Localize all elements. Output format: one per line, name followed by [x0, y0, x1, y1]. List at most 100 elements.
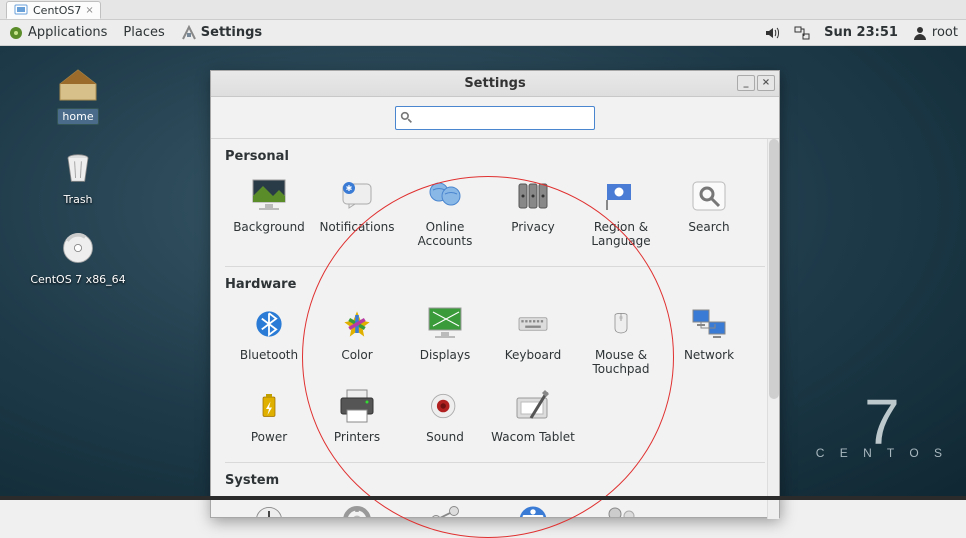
desktop-icon-disc[interactable]: CentOS 7 x86_64 — [18, 228, 138, 287]
desktop-icon-label: home — [57, 108, 98, 125]
item-label: Mouse & Touchpad — [579, 348, 663, 376]
user-icon — [912, 25, 928, 41]
item-label: Printers — [334, 430, 380, 444]
item-region-language[interactable]: Region & Language — [577, 172, 665, 254]
network-pref-icon — [689, 306, 729, 342]
item-privacy[interactable]: Privacy — [489, 172, 577, 254]
window-titlebar[interactable]: Settings _ × — [211, 71, 779, 97]
online-accounts-icon — [425, 178, 465, 214]
desktop-icon-home[interactable]: home — [30, 64, 126, 125]
tab-close-icon[interactable]: × — [85, 5, 93, 16]
datetime-icon — [249, 502, 289, 517]
item-label: Keyboard — [505, 348, 561, 362]
item-label: Displays — [420, 348, 470, 362]
item-label: Search — [688, 220, 729, 234]
item-label: Region & Language — [579, 220, 663, 248]
item-label: Privacy — [511, 220, 554, 234]
section-title-personal: Personal — [225, 139, 765, 168]
menu-applications[interactable]: Applications — [8, 25, 107, 41]
settings-window: Settings _ × Personal Background ✱ — [210, 70, 780, 518]
printers-icon — [337, 388, 377, 424]
sharing-icon — [425, 502, 465, 517]
section-hardware: Bluetooth Color Displays Keyboard Mouse … — [225, 296, 765, 463]
menu-places[interactable]: Places — [123, 25, 164, 40]
item-label: Power — [251, 430, 287, 444]
item-notifications[interactable]: ✱ Notifications — [313, 172, 401, 254]
settings-app-icon — [181, 25, 197, 41]
trash-icon — [54, 148, 102, 188]
color-icon — [337, 306, 377, 342]
section-title-system: System — [225, 463, 765, 492]
item-label: Notifications — [319, 220, 394, 234]
item-mouse-touchpad[interactable]: Mouse & Touchpad — [577, 300, 665, 382]
privacy-icon — [513, 178, 553, 214]
keyboard-icon — [513, 306, 553, 342]
active-app-label: Settings — [201, 25, 262, 40]
item-label: Color — [341, 348, 372, 362]
item-power[interactable]: Power — [225, 382, 313, 450]
item-color[interactable]: Color — [313, 300, 401, 382]
item-label: Background — [233, 220, 305, 234]
item-wacom[interactable]: Wacom Tablet — [489, 382, 577, 450]
window-close-button[interactable]: × — [757, 75, 775, 91]
browser-tab-label: CentOS7 — [33, 4, 81, 17]
settings-search-input[interactable] — [417, 111, 590, 125]
home-folder-icon — [54, 64, 102, 104]
item-keyboard[interactable]: Keyboard — [489, 300, 577, 382]
section-title-hardware: Hardware — [225, 267, 765, 296]
desktop-icon-trash[interactable]: Trash — [30, 148, 126, 207]
desktop-background[interactable]: home Trash CentOS 7 x86_64 7 C E N T O S… — [0, 46, 966, 500]
desktop-icon-label: CentOS 7 x86_64 — [26, 272, 129, 287]
universal-access-icon — [513, 502, 553, 517]
region-language-icon — [601, 178, 641, 214]
details-icon — [337, 502, 377, 517]
item-background[interactable]: Background — [225, 172, 313, 254]
disc-icon — [54, 228, 102, 268]
user-menu[interactable]: root — [912, 25, 958, 41]
volume-icon[interactable] — [764, 25, 780, 41]
scrollbar-thumb[interactable] — [769, 139, 779, 399]
search-pref-icon — [689, 178, 729, 214]
item-label: Network — [684, 348, 734, 362]
applications-icon — [8, 25, 24, 41]
item-label: Bluetooth — [240, 348, 298, 362]
network-icon[interactable] — [794, 25, 810, 41]
background-icon — [249, 178, 289, 214]
browser-tab[interactable]: CentOS7 × — [6, 1, 101, 19]
item-label: Wacom Tablet — [491, 430, 575, 444]
item-search[interactable]: Search — [665, 172, 753, 254]
user-label: root — [932, 25, 958, 40]
item-network[interactable]: Network — [665, 300, 753, 382]
item-printers[interactable]: Printers — [313, 382, 401, 450]
item-online-accounts[interactable]: Online Accounts — [401, 172, 489, 254]
users-icon — [601, 502, 641, 517]
centos-brand: 7 C E N T O S — [816, 398, 948, 460]
desktop-icon-label: Trash — [59, 192, 96, 207]
search-icon — [400, 111, 413, 124]
bluetooth-icon — [249, 306, 289, 342]
section-personal: Background ✱ Notifications Online Accoun… — [225, 168, 765, 267]
browser-tabstrip: CentOS7 × — [0, 0, 966, 20]
displays-icon — [425, 306, 465, 342]
clock-label[interactable]: Sun 23:51 — [824, 25, 898, 40]
settings-content: Personal Background ✱ Notifications Onli… — [211, 139, 779, 517]
item-sound[interactable]: Sound — [401, 382, 489, 450]
item-bluetooth[interactable]: Bluetooth — [225, 300, 313, 382]
item-label: Online Accounts — [403, 220, 487, 248]
sound-icon — [425, 388, 465, 424]
vm-icon — [13, 2, 29, 18]
settings-search-box[interactable] — [395, 106, 595, 130]
notifications-icon: ✱ — [337, 178, 377, 214]
mouse-icon — [601, 306, 641, 342]
centos-brand-word: C E N T O S — [816, 446, 948, 460]
item-label: Sound — [426, 430, 464, 444]
menu-applications-label: Applications — [28, 25, 107, 40]
window-minimize-button[interactable]: _ — [737, 75, 755, 91]
gnome-top-bar: Applications Places Settings Sun 23:51 r… — [0, 20, 966, 46]
svg-text:✱: ✱ — [346, 184, 353, 193]
active-app-indicator[interactable]: Settings — [181, 25, 262, 41]
power-icon — [249, 388, 289, 424]
settings-search-bar — [211, 97, 779, 139]
item-displays[interactable]: Displays — [401, 300, 489, 382]
scrollbar-track[interactable] — [767, 139, 779, 519]
